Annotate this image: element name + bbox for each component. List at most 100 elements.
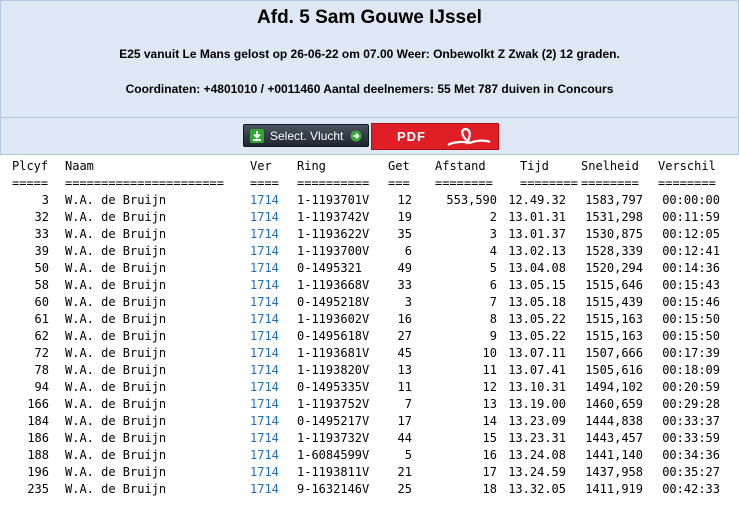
cell-place: 62 — [34, 329, 49, 343]
cell-difference: 00:15:50 — [662, 312, 720, 326]
cell-get: 49 — [397, 261, 412, 275]
cell-time: 13.19.00 — [508, 397, 566, 411]
cell-ver-link[interactable]: 1714 — [250, 465, 279, 479]
cell-time: 13.32.05 — [508, 482, 566, 496]
cell-ring: 0-1495335V — [297, 380, 370, 394]
cell-ring: 1-1193732V — [297, 431, 370, 445]
cell-name: W.A. de Bruijn — [65, 346, 167, 360]
cell-place: 188 — [27, 448, 49, 462]
cell-distance: 11 — [482, 363, 497, 377]
cell-distance: 3 — [489, 227, 497, 241]
cell-ver-link[interactable]: 1714 — [250, 261, 279, 275]
cell-ver-link[interactable]: 1714 — [250, 295, 279, 309]
cell-time: 13.05.22 — [508, 329, 566, 343]
cell-get: 12 — [397, 193, 412, 207]
cell-place: 61 — [34, 312, 49, 326]
page-title: Afd. 5 Sam Gouwe IJssel — [257, 7, 482, 28]
cell-difference: 00:12:41 — [662, 244, 720, 258]
cell-ver-link[interactable]: 1714 — [250, 329, 279, 343]
cell-time: 13.04.08 — [508, 261, 566, 275]
cell-name: W.A. de Bruijn — [65, 312, 167, 326]
table-row: 166 W.A. de Bruijn 1714 1-1193752V 7 13 13.19.… — [0, 396, 739, 413]
cell-name: W.A. de Bruijn — [65, 397, 167, 411]
cell-distance: 553,590 — [446, 193, 497, 207]
cell-place: 94 — [34, 380, 49, 394]
cell-difference: 00:15:46 — [662, 295, 720, 309]
cell-time: 13.05.22 — [508, 312, 566, 326]
col-header: Ver — [250, 159, 272, 173]
cell-time: 12.49.32 — [508, 193, 566, 207]
cell-name: W.A. de Bruijn — [65, 278, 167, 292]
table-header-row: Plcyf Naam Ver Ring Get Afstand Tijd Sne… — [0, 158, 739, 175]
table-row: 39 W.A. de Bruijn 1714 1-1193700V 6 4 13.02.13… — [0, 243, 739, 260]
cell-ver-link[interactable]: 1714 — [250, 380, 279, 394]
table-row: 58 W.A. de Bruijn 1714 1-1193668V 33 6 13.05.1… — [0, 277, 739, 294]
table-row: 184 W.A. de Bruijn 1714 0-1495217V 17 14 13.23… — [0, 413, 739, 430]
cell-speed: 1531,298 — [585, 210, 643, 224]
cell-distance: 15 — [482, 431, 497, 445]
cell-speed: 1515,439 — [585, 295, 643, 309]
separator: ====================== — [65, 176, 224, 190]
cell-distance: 8 — [489, 312, 497, 326]
cell-speed: 1515,163 — [585, 312, 643, 326]
cell-get: 7 — [404, 397, 412, 411]
cell-place: 32 — [34, 210, 49, 224]
cell-ring: 0-1495321 — [297, 261, 363, 275]
cell-ring: 0-1495217V — [297, 414, 370, 428]
cell-ver-link[interactable]: 1714 — [250, 482, 279, 496]
cell-name: W.A. de Bruijn — [65, 227, 167, 241]
cell-ring: 1-1193701V — [297, 193, 370, 207]
cell-ver-link[interactable]: 1714 — [250, 210, 279, 224]
cell-speed: 1441,140 — [585, 448, 643, 462]
cell-distance: 4 — [489, 244, 497, 258]
cell-distance: 2 — [489, 210, 497, 224]
separator: ======== — [581, 176, 639, 190]
cell-ver-link[interactable]: 1714 — [250, 278, 279, 292]
cell-ver-link[interactable]: 1714 — [250, 431, 279, 445]
col-header: Plcyf — [12, 159, 49, 173]
pdf-button[interactable]: PDF — [371, 123, 499, 150]
cell-get: 5 — [404, 448, 412, 462]
select-flight-button[interactable]: Select. Vlucht — [243, 124, 369, 147]
cell-name: W.A. de Bruijn — [65, 414, 167, 428]
cell-time: 13.05.15 — [508, 278, 566, 292]
cell-ver-link[interactable]: 1714 — [250, 448, 279, 462]
col-header: Get — [388, 159, 410, 173]
table-row: 235 W.A. de Bruijn 1714 9-1632146V 25 18 13.32… — [0, 481, 739, 498]
cell-ver-link[interactable]: 1714 — [250, 193, 279, 207]
cell-ver-link[interactable]: 1714 — [250, 414, 279, 428]
cell-ver-link[interactable]: 1714 — [250, 397, 279, 411]
separator: ==== — [250, 176, 279, 190]
cell-get: 3 — [404, 295, 412, 309]
table-row: 94 W.A. de Bruijn 1714 0-1495335V 11 12 13.10.… — [0, 379, 739, 396]
table-separator-row: ===== ====================== ==== ======… — [0, 175, 739, 192]
cell-place: 39 — [34, 244, 49, 258]
cell-difference: 00:17:39 — [662, 346, 720, 360]
col-header: Tijd — [520, 159, 549, 173]
arrow-right-icon — [350, 130, 362, 142]
cell-difference: 00:33:37 — [662, 414, 720, 428]
cell-time: 13.23.09 — [508, 414, 566, 428]
table-row: 62 W.A. de Bruijn 1714 0-1495618V 27 9 13.05.2… — [0, 328, 739, 345]
cell-place: 72 — [34, 346, 49, 360]
cell-time: 13.07.11 — [508, 346, 566, 360]
table-row: 32 W.A. de Bruijn 1714 1-1193742V 19 2 13.01.3… — [0, 209, 739, 226]
table-row: 78 W.A. de Bruijn 1714 1-1193820V 13 11 13.07.… — [0, 362, 739, 379]
cell-difference: 00:20:59 — [662, 380, 720, 394]
cell-ring: 1-1193602V — [297, 312, 370, 326]
cell-ver-link[interactable]: 1714 — [250, 244, 279, 258]
cell-ver-link[interactable]: 1714 — [250, 227, 279, 241]
cell-name: W.A. de Bruijn — [65, 329, 167, 343]
col-header: Naam — [65, 159, 94, 173]
cell-get: 17 — [397, 414, 412, 428]
cell-get: 25 — [397, 482, 412, 496]
cell-speed: 1505,616 — [585, 363, 643, 377]
table-row: 196 W.A. de Bruijn 1714 1-1193811V 21 17 13.24… — [0, 464, 739, 481]
cell-name: W.A. de Bruijn — [65, 210, 167, 224]
separator: ======== — [658, 176, 716, 190]
cell-ver-link[interactable]: 1714 — [250, 346, 279, 360]
cell-ver-link[interactable]: 1714 — [250, 312, 279, 326]
cell-place: 50 — [34, 261, 49, 275]
cell-ver-link[interactable]: 1714 — [250, 363, 279, 377]
cell-name: W.A. de Bruijn — [65, 448, 167, 462]
